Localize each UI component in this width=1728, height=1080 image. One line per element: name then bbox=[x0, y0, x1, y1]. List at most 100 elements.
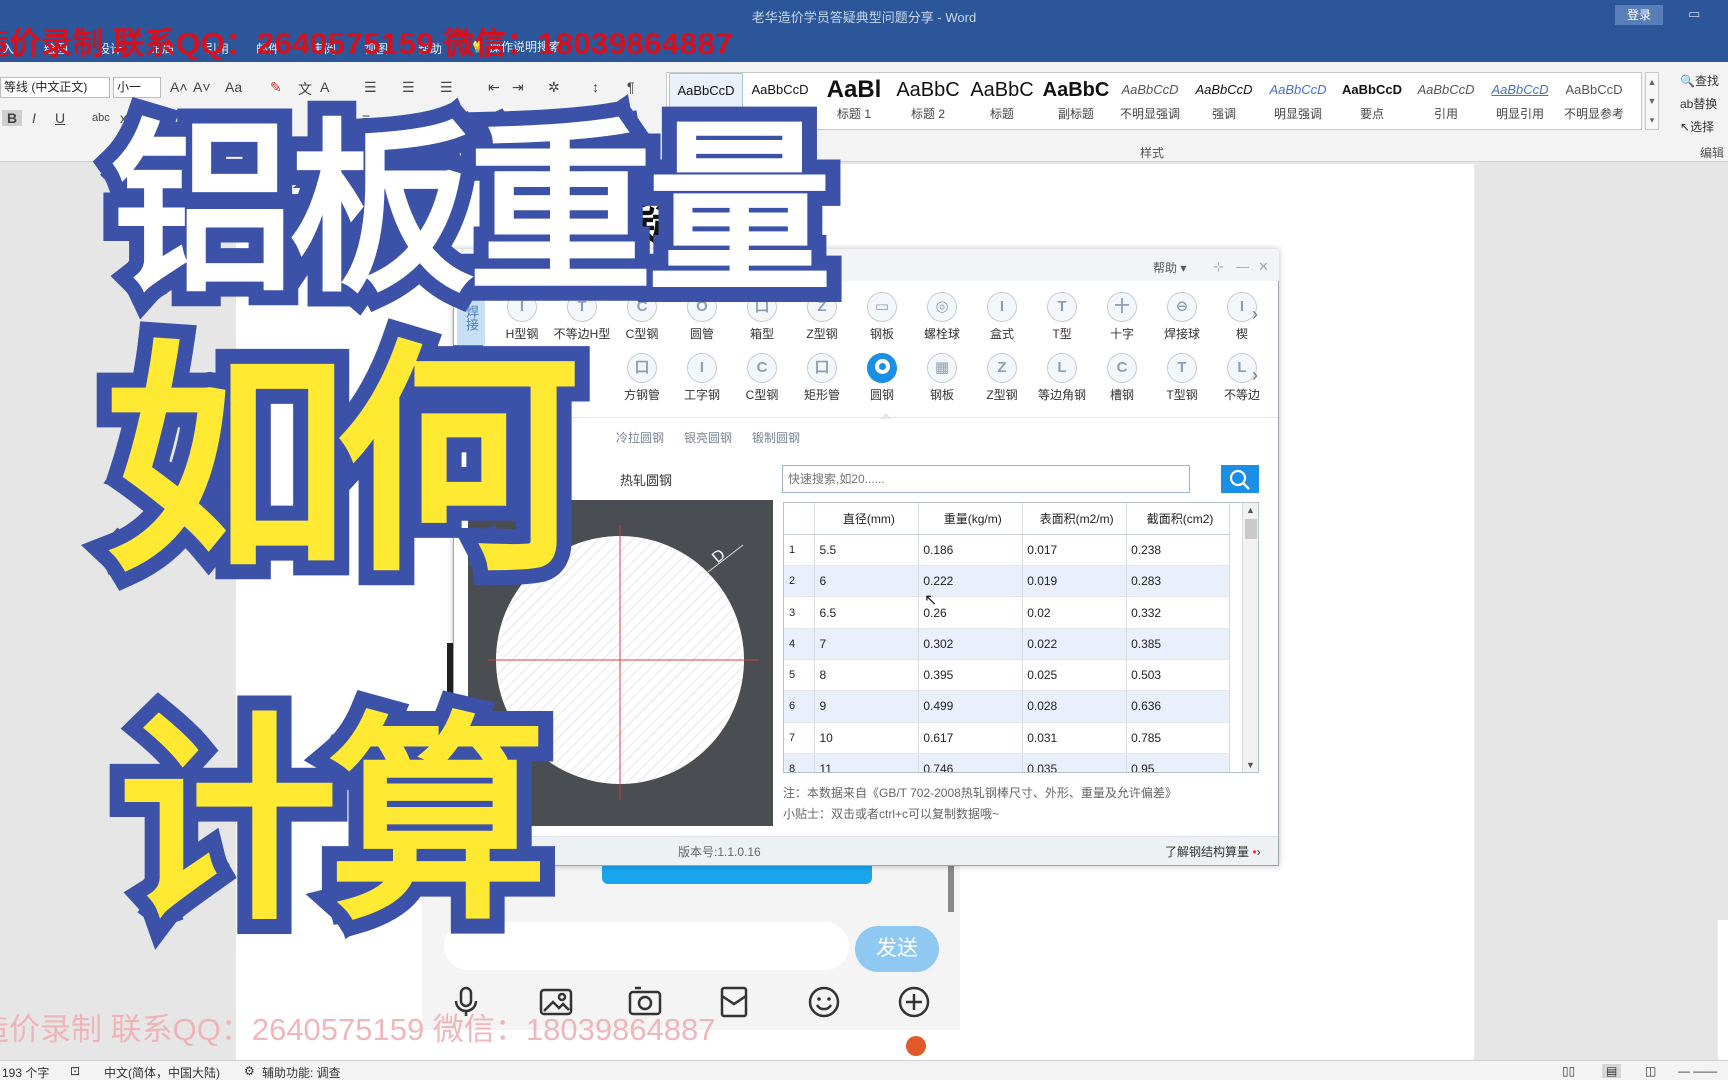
decrease-indent-icon[interactable]: ⇤ bbox=[488, 79, 500, 96]
bullets-icon[interactable]: ☰ bbox=[364, 79, 377, 96]
shape-option[interactable]: ▦ 钢板 bbox=[912, 353, 972, 403]
shape-option[interactable]: ⊖ 焊接球 bbox=[1152, 292, 1212, 342]
select-button[interactable]: ↖选择 bbox=[1680, 116, 1719, 139]
font-size-dropdown[interactable]: 小一 bbox=[113, 77, 161, 98]
plus-icon[interactable] bbox=[896, 984, 932, 1020]
shape-option[interactable]: ◎ 螺栓球 bbox=[912, 292, 972, 342]
help-menu[interactable]: 帮助 ▾ bbox=[1153, 259, 1186, 276]
table-row[interactable]: 2 6 0.222 0.019 0.283 bbox=[784, 565, 1230, 598]
table-cell[interactable]: 5.5 bbox=[814, 534, 920, 567]
accessibility-status[interactable]: 辅助功能: 调查 bbox=[262, 1064, 341, 1080]
increase-indent-icon[interactable]: ⇥ bbox=[512, 79, 524, 96]
language-status[interactable]: 中文(简体，中国大陆) bbox=[104, 1064, 220, 1080]
shape-option[interactable]: L 等边角钢 bbox=[1032, 353, 1092, 403]
shape-option[interactable]: C 槽钢 bbox=[1092, 353, 1152, 403]
bold-icon[interactable]: B bbox=[2, 110, 22, 126]
close-icon[interactable]: ✕ bbox=[1258, 259, 1269, 275]
phonetic-icon[interactable]: 文 bbox=[298, 79, 312, 99]
zoom-slider[interactable]: — —— bbox=[1678, 1064, 1717, 1078]
table-cell[interactable]: 0.332 bbox=[1126, 596, 1230, 629]
column-header[interactable]: 表面积(m2/m) bbox=[1022, 503, 1128, 535]
table-cell[interactable]: 10 bbox=[814, 722, 920, 754]
table-cell[interactable]: 0.283 bbox=[1126, 565, 1230, 598]
style-title[interactable]: AaBbC 标题 bbox=[965, 73, 1039, 129]
chevron-right-icon[interactable]: › bbox=[1252, 365, 1258, 386]
style-gallery-scroll[interactable]: ▲ ▼ ▾ bbox=[1645, 72, 1659, 130]
table-cell[interactable]: 0.238 bbox=[1126, 534, 1230, 567]
table-cell[interactable]: 0.02 bbox=[1022, 596, 1128, 629]
underline-icon[interactable]: U bbox=[55, 110, 65, 126]
shape-option[interactable]: 口矩形管 bbox=[792, 353, 852, 403]
clear-format-icon[interactable]: ✎ bbox=[270, 79, 282, 96]
style-heading-1[interactable]: AaBl 标题 1 bbox=[817, 73, 891, 129]
table-cell[interactable]: 0.617 bbox=[918, 722, 1024, 754]
table-cell[interactable]: 0.499 bbox=[918, 690, 1024, 723]
column-header[interactable]: 重量(kg/m) bbox=[918, 503, 1024, 535]
column-header[interactable]: 截面积(cm2) bbox=[1126, 503, 1230, 535]
multilevel-list-icon[interactable]: ☰ bbox=[440, 79, 453, 96]
chat-scrollbar[interactable] bbox=[948, 860, 954, 912]
char-border-icon[interactable]: A bbox=[320, 79, 329, 95]
table-row[interactable]: 1 5.5 0.186 0.017 0.238 bbox=[784, 534, 1230, 567]
shape-option[interactable]: I 工字钢 bbox=[672, 353, 732, 403]
accessibility-icon[interactable]: ⚙ bbox=[244, 1064, 255, 1078]
table-row[interactable]: 7 10 0.617 0.031 0.785 bbox=[784, 722, 1230, 754]
chevron-right-icon[interactable]: › bbox=[1252, 304, 1258, 325]
table-cell[interactable]: 0.503 bbox=[1126, 659, 1230, 692]
login-button[interactable]: 登录 bbox=[1615, 5, 1663, 25]
subtab-cold-drawn[interactable]: 冷拉圆钢 bbox=[616, 429, 664, 446]
table-cell[interactable]: 8 bbox=[814, 659, 920, 692]
font-name-dropdown[interactable]: 等线 (中文正文) bbox=[0, 77, 110, 98]
table-cell[interactable]: 0.636 bbox=[1126, 690, 1230, 723]
table-row[interactable]: 5 8 0.395 0.025 0.503 bbox=[784, 659, 1230, 692]
table-cell[interactable]: 0.746 bbox=[918, 753, 1024, 772]
shape-option[interactable]: 圆钢 bbox=[852, 353, 912, 403]
column-header[interactable]: 直径(mm) bbox=[814, 503, 920, 535]
style-subtle-emphasis[interactable]: AaBbCcD 不明显强调 bbox=[1113, 73, 1187, 129]
style-heading-2[interactable]: AaBbC 标题 2 bbox=[891, 73, 965, 129]
shape-option[interactable]: T T型 bbox=[1032, 292, 1092, 342]
mascot-icon[interactable] bbox=[906, 1036, 926, 1056]
table-cell[interactable]: 0.95 bbox=[1126, 753, 1230, 772]
table-cell[interactable]: 0.017 bbox=[1022, 534, 1128, 567]
table-cell[interactable]: 0.186 bbox=[918, 534, 1024, 567]
shape-option[interactable]: L 不等边 bbox=[1212, 353, 1272, 403]
table-cell[interactable]: 0.019 bbox=[1022, 565, 1128, 598]
table-scrollbar[interactable]: ▲ ▼ bbox=[1242, 503, 1258, 772]
italic-icon[interactable]: I bbox=[32, 110, 36, 126]
emoji-icon[interactable] bbox=[806, 984, 842, 1020]
numbering-icon[interactable]: ☰ bbox=[402, 79, 415, 96]
search-input[interactable] bbox=[783, 466, 1143, 492]
web-layout-icon[interactable]: ◫ bbox=[1645, 1064, 1656, 1078]
minimize-icon[interactable]: — bbox=[1236, 259, 1249, 274]
change-case-icon[interactable]: Aa bbox=[225, 79, 242, 95]
table-cell[interactable]: 0.302 bbox=[918, 628, 1024, 660]
shape-option[interactable]: ▭ 钢板 bbox=[852, 292, 912, 342]
shape-option[interactable]: Z Z型钢 bbox=[972, 353, 1032, 403]
send-button[interactable]: 发送 bbox=[855, 926, 939, 972]
table-cell[interactable]: 0.025 bbox=[1022, 659, 1128, 692]
table-cell[interactable]: 0.395 bbox=[918, 659, 1024, 692]
search-button[interactable] bbox=[1221, 465, 1259, 493]
print-layout-icon[interactable]: ▤ bbox=[1602, 1064, 1622, 1078]
table-row[interactable]: 8 11 0.746 0.035 0.95 bbox=[784, 753, 1230, 772]
strikethrough-icon[interactable]: abc bbox=[92, 112, 110, 124]
style-subtle-reference[interactable]: AaBbCcD 不明显参考 bbox=[1557, 73, 1631, 129]
read-mode-icon[interactable]: ▯▯ bbox=[1562, 1064, 1575, 1078]
shape-option[interactable]: 口方钢管 bbox=[612, 353, 672, 403]
restore-icon[interactable]: ▭ bbox=[1688, 6, 1700, 22]
chinese-layout-icon[interactable]: ✲ bbox=[548, 79, 560, 96]
learn-more-link[interactable]: 了解钢结构算量 •› bbox=[1165, 843, 1261, 860]
sort-icon[interactable]: ↕ bbox=[592, 79, 599, 95]
quick-search[interactable] bbox=[782, 465, 1190, 493]
table-cell[interactable]: 0.035 bbox=[1022, 753, 1128, 772]
proofing-icon[interactable]: ⊡ bbox=[70, 1064, 80, 1078]
style-intense-quote[interactable]: AaBbCcD 明显引用 bbox=[1483, 73, 1557, 129]
table-cell[interactable]: 0.031 bbox=[1022, 722, 1128, 754]
table-cell[interactable]: 0.028 bbox=[1022, 690, 1128, 723]
table-row[interactable]: 3 6.5 0.26 0.02 0.332 bbox=[784, 596, 1230, 629]
show-marks-icon[interactable]: ¶ bbox=[627, 79, 635, 95]
table-row[interactable]: 6 9 0.499 0.028 0.636 bbox=[784, 690, 1230, 723]
table-cell[interactable]: 6.5 bbox=[814, 596, 920, 629]
style-emphasis[interactable]: AaBbCcD 强调 bbox=[1187, 73, 1261, 129]
